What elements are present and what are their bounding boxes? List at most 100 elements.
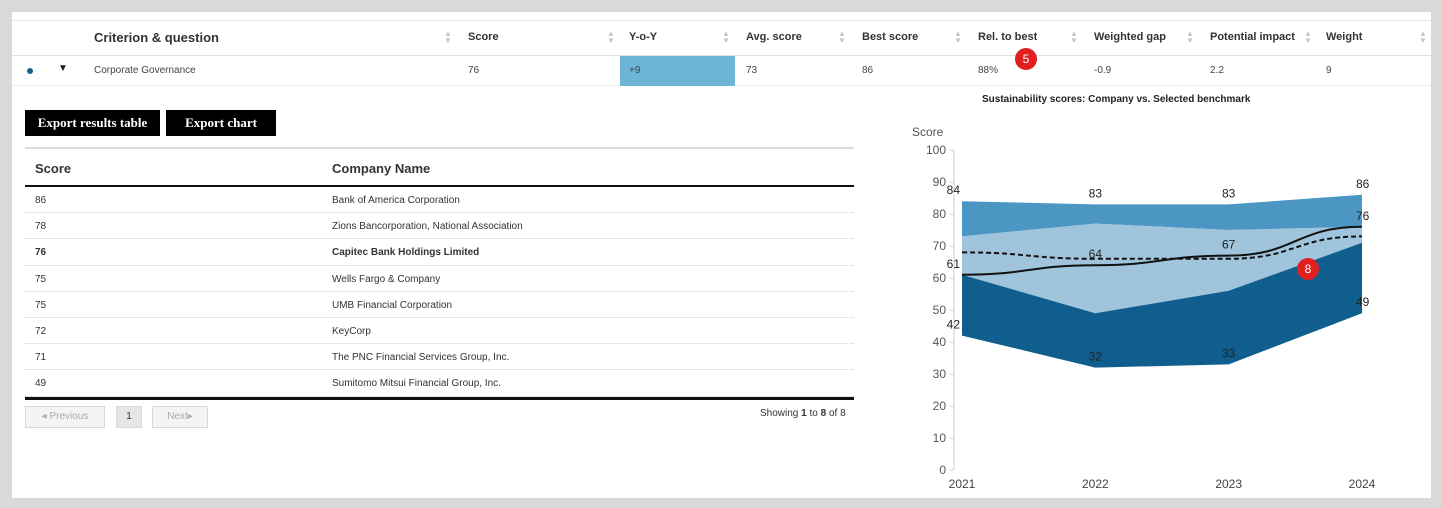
export-results-table-button[interactable]: Export results table: [25, 110, 160, 136]
x-tick-label: 2023: [1215, 477, 1242, 491]
header-company-column[interactable]: Company Name: [332, 161, 430, 176]
sort-icon[interactable]: ▲ ▼: [1304, 30, 1312, 45]
next-page-button[interactable]: Next▸: [152, 406, 208, 428]
row-score: 75: [35, 299, 47, 311]
results-table: Score Company Name 86 Bank of America Cor…: [25, 147, 854, 400]
header-rel-to-best[interactable]: Rel. to best: [978, 31, 1037, 43]
criterion-table-header: Criterion & question ▲ ▼ Score ▲ ▼ Y-o-Y ▲…: [12, 20, 1431, 56]
row-company-name: Zions Bancorporation, National Associati…: [332, 221, 523, 233]
table-row[interactable]: 76 Capitec Bank Holdings Limited: [25, 239, 854, 266]
criterion-name: Corporate Governance: [94, 65, 196, 76]
showing-entries-text: Showing 1 to 8 of 8: [760, 408, 846, 419]
next-label: Next: [167, 411, 188, 422]
y-tick-label: 20: [933, 399, 947, 413]
header-potential-impact[interactable]: Potential impact: [1210, 31, 1295, 43]
sort-icon[interactable]: ▲ ▼: [838, 30, 846, 45]
header-criterion[interactable]: Criterion & question: [94, 30, 219, 45]
data-label: 33: [1222, 346, 1236, 360]
y-tick-label: 100: [926, 143, 946, 157]
sort-icon[interactable]: ▲ ▼: [1070, 30, 1078, 45]
data-label: 76: [1356, 209, 1370, 223]
data-label: 84: [947, 183, 961, 197]
table-row[interactable]: 78 Zions Bancorporation, National Associa…: [25, 213, 854, 240]
row-company-name: UMB Financial Corporation: [332, 299, 453, 311]
header-score[interactable]: Score: [468, 31, 499, 43]
criterion-score: 76: [468, 65, 480, 76]
row-score: 71: [35, 352, 47, 364]
sort-icon[interactable]: ▲ ▼: [1186, 30, 1194, 45]
criterion-avg-score: 73: [746, 65, 758, 76]
data-label: 49: [1356, 295, 1370, 309]
row-company-name: Wells Fargo & Company: [332, 273, 441, 285]
sort-icon[interactable]: ▲ ▼: [1419, 30, 1427, 45]
export-chart-button[interactable]: Export chart: [166, 110, 276, 136]
header-best-score[interactable]: Best score: [862, 31, 918, 43]
annotation-marker-5: 5: [1015, 48, 1037, 70]
row-score: 78: [35, 221, 47, 233]
table-row[interactable]: 75 Wells Fargo & Company: [25, 266, 854, 292]
header-weight[interactable]: Weight: [1326, 31, 1362, 43]
row-company-name: KeyCorp: [332, 325, 371, 337]
data-label: 61: [947, 257, 961, 271]
results-table-body: 86 Bank of America Corporation 78 Zions Ban…: [25, 187, 854, 397]
row-company-name: Bank of America Corporation: [332, 195, 460, 206]
header-score-column[interactable]: Score: [35, 161, 71, 176]
y-tick-label: 80: [933, 207, 947, 221]
data-label: 32: [1089, 350, 1103, 364]
y-tick-label: 50: [933, 303, 947, 317]
row-company-name: Capitec Bank Holdings Limited: [332, 247, 480, 259]
table-row[interactable]: 71 The PNC Financial Services Group, Inc.: [25, 344, 854, 371]
data-label: 67: [1222, 238, 1236, 252]
next-arrow-icon: ▸: [187, 411, 193, 422]
row-score: 72: [35, 325, 47, 337]
results-table-header: Score Company Name: [25, 147, 854, 187]
data-label: 83: [1222, 186, 1236, 200]
x-tick-label: 2022: [1082, 477, 1109, 491]
row-score: 86: [35, 195, 47, 206]
annotation-marker-8: 8: [1297, 258, 1319, 280]
header-yoy[interactable]: Y-o-Y: [629, 31, 657, 43]
data-label: 83: [1089, 186, 1103, 200]
y-tick-label: 90: [933, 175, 947, 189]
table-bottom-rule: [25, 396, 854, 400]
criterion-weighted-gap: -0.9: [1094, 65, 1112, 76]
results-panel: Criterion & question ▲ ▼ Score ▲ ▼ Y-o-Y ▲…: [12, 12, 1431, 498]
table-row[interactable]: 49 Sumitomo Mitsui Financial Group, Inc.: [25, 370, 854, 397]
bullet-dot-icon: [27, 68, 33, 74]
y-axis-label: Score: [912, 125, 944, 139]
sort-icon[interactable]: ▲ ▼: [607, 30, 615, 45]
criterion-best-score: 86: [862, 65, 874, 76]
row-score: 49: [35, 378, 47, 390]
y-tick-label: 10: [933, 431, 947, 445]
row-company-name: The PNC Financial Services Group, Inc.: [332, 352, 510, 364]
table-row[interactable]: 86 Bank of America Corporation: [25, 187, 854, 214]
criterion-row[interactable]: ▼ Corporate Governance 76 +9 73 86 88% -…: [12, 56, 1431, 86]
x-tick-label: 2021: [949, 477, 976, 491]
x-tick-label: 2024: [1349, 477, 1376, 491]
row-score: 75: [35, 273, 47, 285]
data-label: 86: [1356, 177, 1370, 191]
criterion-potential-impact: 2.2: [1210, 65, 1224, 76]
criterion-rel-to-best: 88%: [978, 65, 999, 76]
criterion-yoy: +9: [629, 65, 641, 76]
data-label: 42: [947, 318, 961, 332]
y-tick-label: 70: [933, 239, 947, 253]
sort-icon[interactable]: ▲ ▼: [444, 30, 452, 45]
header-weighted-gap[interactable]: Weighted gap: [1094, 31, 1166, 43]
y-tick-label: 0: [939, 463, 946, 477]
sustainability-chart: 0 10 20 30 40 50 60 70 80 90 100 Score 2021 2022 2023 2…: [912, 125, 1376, 491]
table-row[interactable]: 72 KeyCorp: [25, 318, 854, 345]
sort-icon[interactable]: ▲ ▼: [954, 30, 962, 45]
expand-triangle-icon[interactable]: ▼: [58, 63, 68, 74]
header-avg-score[interactable]: Avg. score: [746, 31, 802, 43]
table-row[interactable]: 75 UMB Financial Corporation: [25, 292, 854, 318]
previous-page-button[interactable]: ◂ Previous: [25, 406, 105, 428]
y-tick-label: 60: [933, 271, 947, 285]
row-score: 76: [35, 247, 47, 259]
data-label: 64: [1089, 247, 1103, 261]
row-company-name: Sumitomo Mitsui Financial Group, Inc.: [332, 378, 501, 390]
criterion-weight: 9: [1326, 65, 1332, 76]
page-1-button[interactable]: 1: [116, 406, 142, 428]
chart-title: Sustainability scores: Company vs. Selec…: [982, 94, 1251, 105]
sort-icon[interactable]: ▲ ▼: [722, 30, 730, 45]
